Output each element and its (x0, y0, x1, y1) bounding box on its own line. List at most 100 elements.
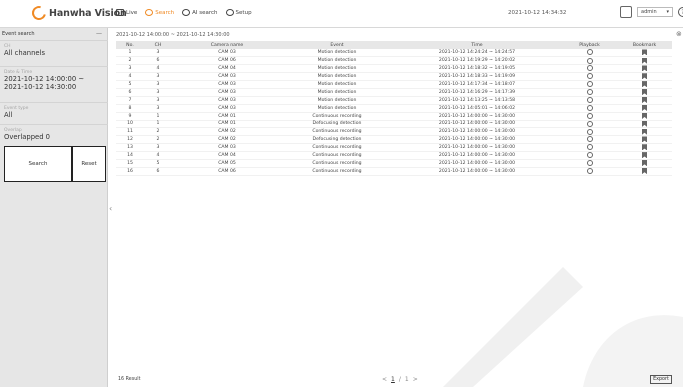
table-row[interactable]: 6 3 CAM 03 Motion detection 2021-10-12 14:16… (116, 88, 672, 97)
search-button[interactable]: Search (4, 146, 72, 182)
cell-bookmark (617, 104, 672, 113)
results-footer: 16 Result < 1 / 1 > Export (116, 375, 683, 386)
cell-camera-name: CAM 03 (172, 104, 282, 113)
playback-icon[interactable] (586, 73, 593, 80)
bookmark-icon[interactable] (642, 128, 647, 135)
tab-search-label: Search (155, 9, 175, 16)
bookmark-icon[interactable] (642, 152, 647, 159)
bookmark-icon[interactable] (642, 65, 647, 72)
tab-live[interactable]: Live (116, 9, 137, 16)
bookmark-icon[interactable] (642, 112, 647, 119)
table-row[interactable]: 2 6 CAM 06 Motion detection 2021-10-12 14:19… (116, 56, 672, 66)
table-row[interactable]: 13 3 CAM 03 Continuous recording 2021-10-12 … (116, 143, 672, 153)
event-type-field[interactable]: Event type All (0, 102, 108, 122)
table-row[interactable]: 15 5 CAM 05 Continuous recording 2021-10-12 … (116, 159, 672, 168)
tab-live-label: Live (126, 9, 138, 16)
bookmark-icon[interactable] (642, 57, 647, 64)
cell-time: 2021-10-12 14:19:29 ~ 14:20:02 (392, 56, 562, 66)
bookmark-icon[interactable] (642, 136, 647, 143)
table-row[interactable]: 11 2 CAM 02 Continuous recording 2021-10-12 … (116, 127, 672, 137)
table-row[interactable]: 9 1 CAM 01 Continuous recording 2021-10-12 1… (116, 112, 672, 121)
cell-playback (562, 88, 617, 97)
bookmark-icon[interactable] (642, 81, 647, 88)
cell-time: 2021-10-12 14:00:00 ~ 14:30:00 (392, 112, 562, 121)
playback-icon[interactable] (586, 144, 593, 151)
overlap-field[interactable]: Overlap Overlapped 0 (0, 124, 108, 146)
table-row[interactable]: 16 6 CAM 06 Continuous recording 2021-10-12 … (116, 167, 672, 176)
cell-playback (562, 64, 617, 74)
reset-button[interactable]: Reset (72, 146, 106, 182)
table-row[interactable]: 7 3 CAM 03 Motion detection 2021-10-12 14:13… (116, 96, 672, 105)
datetime-field[interactable]: Date & Time 2021-10-12 14:00:00 ~ 2021-1… (0, 66, 108, 102)
playback-icon[interactable] (586, 160, 593, 167)
export-button[interactable]: Export (650, 375, 672, 384)
playback-icon[interactable] (586, 65, 593, 72)
playback-icon[interactable] (586, 81, 593, 88)
playback-icon[interactable] (586, 97, 593, 104)
bookmark-icon[interactable] (642, 49, 647, 56)
app-window: Hanwha Vision Live Search AI search Setu… (0, 0, 683, 387)
cell-bookmark (617, 80, 672, 89)
cell-event: Continuous recording (282, 112, 392, 121)
playback-icon[interactable] (586, 57, 593, 64)
bookmark-icon[interactable] (642, 104, 647, 111)
playback-icon[interactable] (586, 128, 593, 135)
cell-ch: 3 (144, 104, 172, 113)
tab-search[interactable]: Search (145, 9, 174, 16)
table-row[interactable]: 10 1 CAM 01 Defocusing detection 2021-10-12 … (116, 120, 672, 129)
table-row[interactable]: 12 2 CAM 02 Defocusing detection 2021-10-12 … (116, 135, 672, 145)
table-row[interactable]: 5 3 CAM 03 Motion detection 2021-10-12 14:17… (116, 80, 672, 89)
col-event: Event (330, 42, 344, 48)
playback-icon[interactable] (586, 120, 593, 127)
table-row[interactable]: 8 3 CAM 03 Motion detection 2021-10-12 14:05… (116, 104, 672, 113)
user-icon[interactable] (620, 6, 632, 18)
close-icon[interactable]: ⊗ (676, 30, 682, 38)
cell-no: 8 (116, 104, 144, 113)
cell-camera-name: CAM 02 (172, 135, 282, 145)
playback-icon[interactable] (586, 168, 593, 175)
cell-playback (562, 104, 617, 113)
table-row[interactable]: 1 3 CAM 03 Motion detection 2021-10-12 14:24… (116, 49, 672, 58)
bookmark-icon[interactable] (642, 168, 647, 175)
prev-page-button[interactable]: < (382, 376, 387, 383)
sidebar-toggle-icon[interactable]: ‹ (109, 204, 112, 213)
table-row[interactable]: 4 3 CAM 03 Motion detection 2021-10-12 14:18… (116, 72, 672, 82)
playback-icon[interactable] (586, 89, 593, 96)
cell-ch: 4 (144, 64, 172, 74)
playback-icon[interactable] (586, 104, 593, 111)
cell-time: 2021-10-12 14:18:32 ~ 14:19:05 (392, 64, 562, 74)
page-separator: / (398, 376, 401, 383)
cell-playback (562, 80, 617, 89)
monitor-icon (116, 9, 124, 16)
cell-ch: 6 (144, 167, 172, 176)
collapse-icon[interactable]: — (96, 30, 102, 37)
help-icon[interactable]: ? (678, 7, 683, 17)
table-row[interactable]: 3 4 CAM 04 Motion detection 2021-10-12 14:18… (116, 64, 672, 74)
playback-icon[interactable] (586, 136, 593, 143)
cell-time: 2021-10-12 14:00:00 ~ 14:30:00 (392, 127, 562, 137)
tab-ai-search[interactable]: AI search (182, 9, 218, 16)
bookmark-icon[interactable] (642, 97, 647, 104)
overlap-value: Overlapped 0 (4, 133, 51, 141)
channel-field[interactable]: CH All channels (0, 40, 108, 60)
playback-icon[interactable] (586, 49, 593, 56)
cell-ch: 2 (144, 127, 172, 137)
tab-setup[interactable]: Setup (225, 9, 252, 16)
bookmark-icon[interactable] (642, 89, 647, 96)
sidebar-title: Event search (2, 31, 35, 37)
table-row[interactable]: 14 4 CAM 04 Continuous recording 2021-10-12 … (116, 151, 672, 160)
next-page-button[interactable]: > (413, 376, 418, 383)
bookmark-icon[interactable] (642, 120, 647, 127)
bookmark-icon[interactable] (642, 144, 647, 151)
cell-time: 2021-10-12 14:24:24 ~ 14:24:57 (392, 49, 562, 58)
cell-ch: 1 (144, 120, 172, 129)
cell-bookmark (617, 151, 672, 160)
bookmark-icon[interactable] (642, 73, 647, 80)
brand-logo: Hanwha Vision (29, 3, 127, 23)
cell-camera-name: CAM 03 (172, 96, 282, 105)
user-select[interactable]: admin ▾ (637, 7, 673, 17)
current-page[interactable]: 1 (391, 376, 395, 383)
bookmark-icon[interactable] (642, 160, 647, 167)
playback-icon[interactable] (586, 112, 593, 119)
playback-icon[interactable] (586, 152, 593, 159)
